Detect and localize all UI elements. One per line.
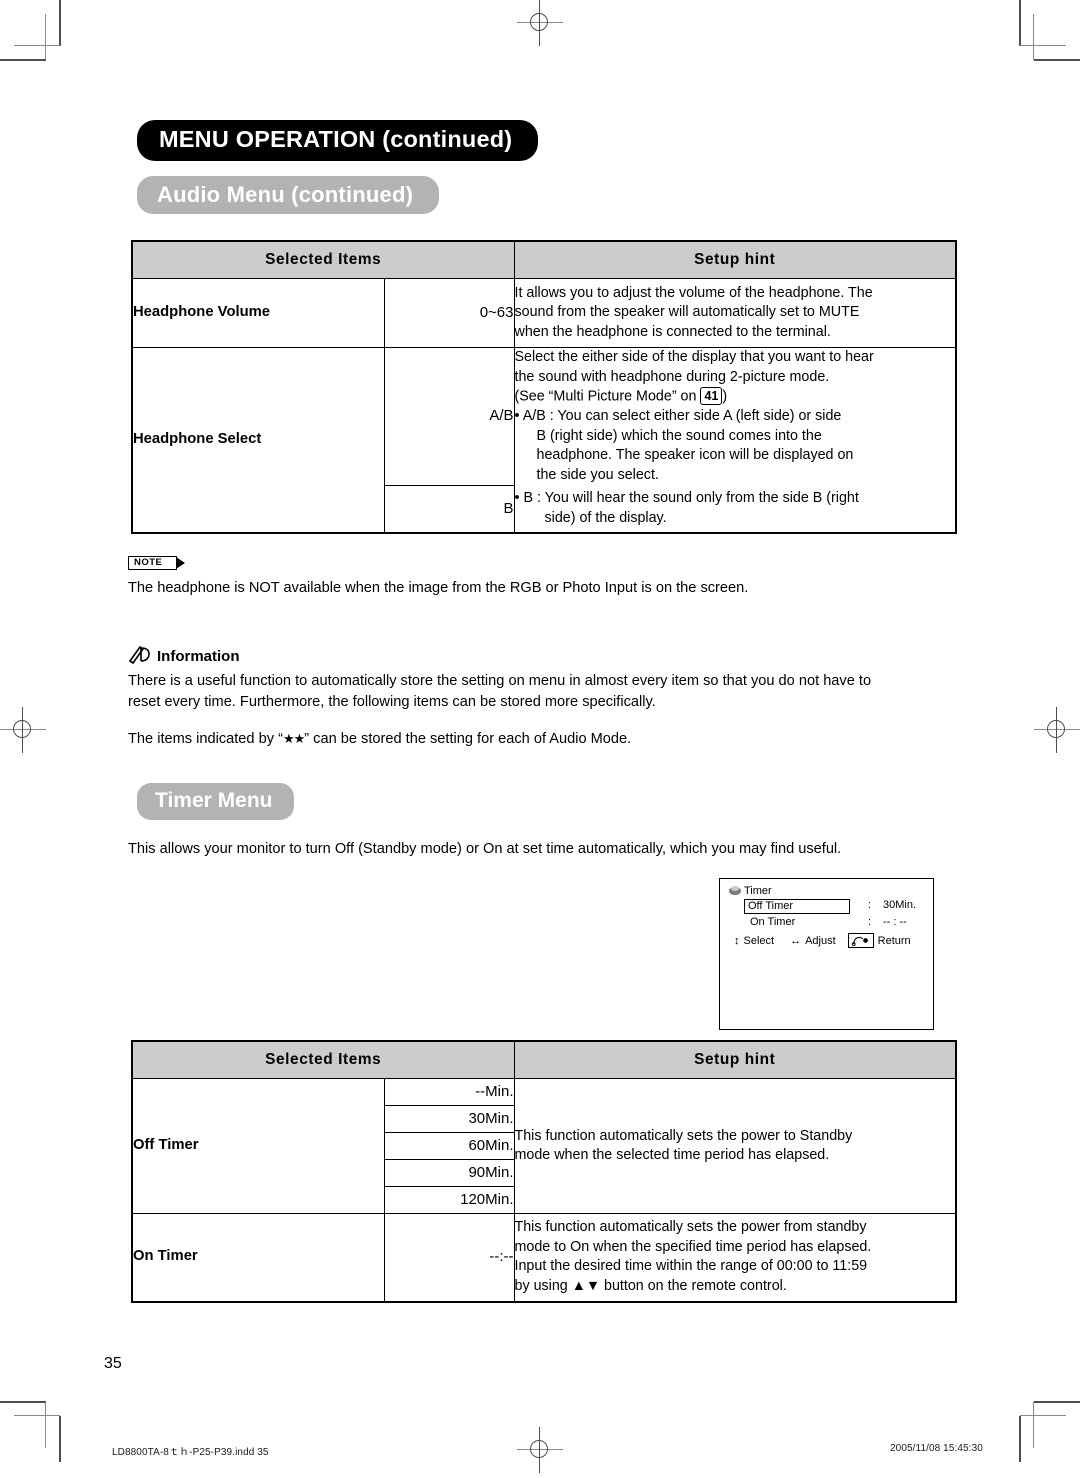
row-value-off-timer-1: 30Min. (383, 1105, 515, 1133)
page-reference-line: (See “Multi Picture Mode” on 41) (514, 387, 728, 405)
crop-mark-top-left-v (59, 0, 61, 46)
osd-adjust-label: Adjust (805, 934, 836, 947)
registration-mark-top (517, 0, 563, 46)
registration-mark-left (0, 707, 46, 753)
return-button-icon (847, 933, 874, 948)
crop-mark-bottom-left-h2 (14, 1415, 60, 1417)
table-row: Headphone Select A/B Select the either s… (131, 347, 957, 534)
information-heading: Information (128, 645, 968, 665)
information-block: Information There is a useful function t… (128, 645, 968, 750)
crop-mark-bottom-right-v (1033, 1402, 1035, 1448)
row-value-off-timer-4: 120Min. (383, 1186, 515, 1214)
document-page: MENU OPERATION (continued) Audio Menu (c… (0, 0, 1080, 1478)
footer-file-info: LD8800TA-8ｔｈ-P25-P39.indd 35 (112, 1447, 269, 1458)
osd-on-timer-colon: : (868, 916, 872, 928)
osd-off-timer-item[interactable]: Off Timer (744, 899, 850, 914)
osd-return-label: Return (877, 934, 911, 947)
osd-select-label: Select (743, 934, 775, 947)
row-value-headphone-volume: 0~63 (383, 278, 515, 348)
section-title: Audio Menu (continued) (137, 176, 440, 215)
column-header-selected-items: Selected Items (131, 1040, 515, 1079)
row-label-on-timer: On Timer (131, 1213, 385, 1302)
timer-menu-intro: This allows your monitor to turn Off (St… (128, 841, 842, 857)
crop-mark-bottom-left-h (0, 1401, 46, 1403)
row-value-on-timer: --:-- (383, 1213, 515, 1302)
crop-mark-top-right-h (1020, 45, 1066, 47)
crop-mark-top-left-h2 (0, 59, 46, 61)
row-value-headphone-select-b: B (383, 484, 515, 534)
row-label-headphone-volume: Headphone Volume (131, 278, 385, 348)
crop-mark-top-right-h2 (1034, 59, 1080, 61)
table-row: Headphone Volume 0~63 It allows you to a… (131, 278, 957, 348)
row-label-headphone-select: Headphone Select (131, 347, 385, 534)
row-hint-off-timer: This function automatically sets the pow… (513, 1078, 957, 1214)
crop-mark-top-left-h (14, 45, 60, 47)
information-paragraph-1-line-2: reset every time. Furthermore, the follo… (128, 693, 656, 710)
timer-settings-table: Selected Items Setup hint Off Timer --Mi… (131, 1040, 957, 1303)
left-right-arrow-icon: ↔ (790, 934, 802, 947)
osd-off-timer-label: Off Timer (744, 899, 850, 914)
row-hint-headphone-select-ab: Select the either side of the display th… (513, 347, 957, 485)
note-block: NOTE The headphone is NOT available when… (128, 552, 748, 599)
crop-mark-top-left-v2 (45, 14, 47, 60)
row-value-off-timer-2: 60Min. (383, 1132, 515, 1160)
timer-menu-title: Timer Menu (137, 783, 295, 821)
column-header-setup-hint: Setup hint (513, 240, 957, 279)
osd-off-timer-colon: : (868, 899, 872, 911)
row-value-headphone-select-ab: A/B (383, 347, 515, 486)
crop-mark-bottom-left-v2 (59, 1416, 61, 1462)
crop-mark-top-right-v (1019, 0, 1021, 46)
osd-legend-row: ↕ Select ↔ Adjust Return (734, 933, 911, 948)
osd-timer-screenshot: Timer Off Timer : 30Min. On Timer : -- :… (719, 878, 934, 1030)
osd-on-timer-value: -- : -- (883, 916, 907, 928)
osd-on-timer-label[interactable]: On Timer (750, 916, 795, 928)
audio-settings-table: Selected Items Setup hint Headphone Volu… (131, 240, 957, 534)
pencil-note-icon (128, 645, 152, 665)
table-row: Off Timer --Min. This function automatic… (131, 1078, 957, 1214)
information-heading-label: Information (157, 648, 240, 665)
row-hint-headphone-select-b: • B : You will hear the sound only from … (513, 485, 957, 534)
table-header-row: Selected Items Setup hint (131, 1040, 957, 1079)
osd-off-timer-value: 30Min. (883, 899, 917, 911)
crop-mark-bottom-right-v2 (1019, 1416, 1021, 1462)
row-value-off-timer-0: --Min. (383, 1078, 515, 1106)
page-title: MENU OPERATION (continued) (137, 120, 539, 162)
row-value-off-timer-3: 90Min. (383, 1159, 515, 1187)
page-ref-badge: 41 (700, 387, 723, 405)
information-body: There is a useful function to automatica… (128, 671, 968, 750)
crop-mark-bottom-left-v (45, 1402, 47, 1448)
column-header-selected-items: Selected Items (131, 240, 515, 279)
row-hint-on-timer: This function automatically sets the pow… (513, 1213, 957, 1302)
menu-disc-icon (729, 885, 741, 895)
crop-mark-bottom-right-h2 (1020, 1415, 1066, 1417)
row-label-off-timer: Off Timer (131, 1078, 385, 1214)
table-header-row: Selected Items Setup hint (131, 240, 957, 279)
star-symbol: ★★ (282, 731, 305, 747)
table-row: On Timer --:-- This function automatical… (131, 1213, 957, 1302)
registration-mark-bottom (517, 1427, 563, 1473)
crop-mark-top-right-v2 (1033, 14, 1035, 60)
up-down-arrow-icon: ↕ (734, 934, 740, 947)
osd-title-label: Timer (744, 885, 772, 897)
note-text: The headphone is NOT available when the … (128, 580, 749, 597)
page-number: 35 (104, 1355, 122, 1372)
information-paragraph-2: The items indicated by “★★” can be store… (128, 731, 632, 748)
column-header-setup-hint: Setup hint (513, 1040, 957, 1079)
crop-mark-bottom-right-h (1034, 1401, 1080, 1403)
registration-mark-right (1034, 707, 1080, 753)
note-badge: NOTE (128, 556, 178, 571)
osd-title-row: Timer (729, 885, 772, 897)
footer-timestamp: 2005/11/08 15:45:30 (890, 1443, 983, 1454)
information-paragraph-1-line-1: There is a useful function to automatica… (128, 673, 872, 689)
row-hint-headphone-volume: It allows you to adjust the volume of th… (513, 278, 957, 348)
